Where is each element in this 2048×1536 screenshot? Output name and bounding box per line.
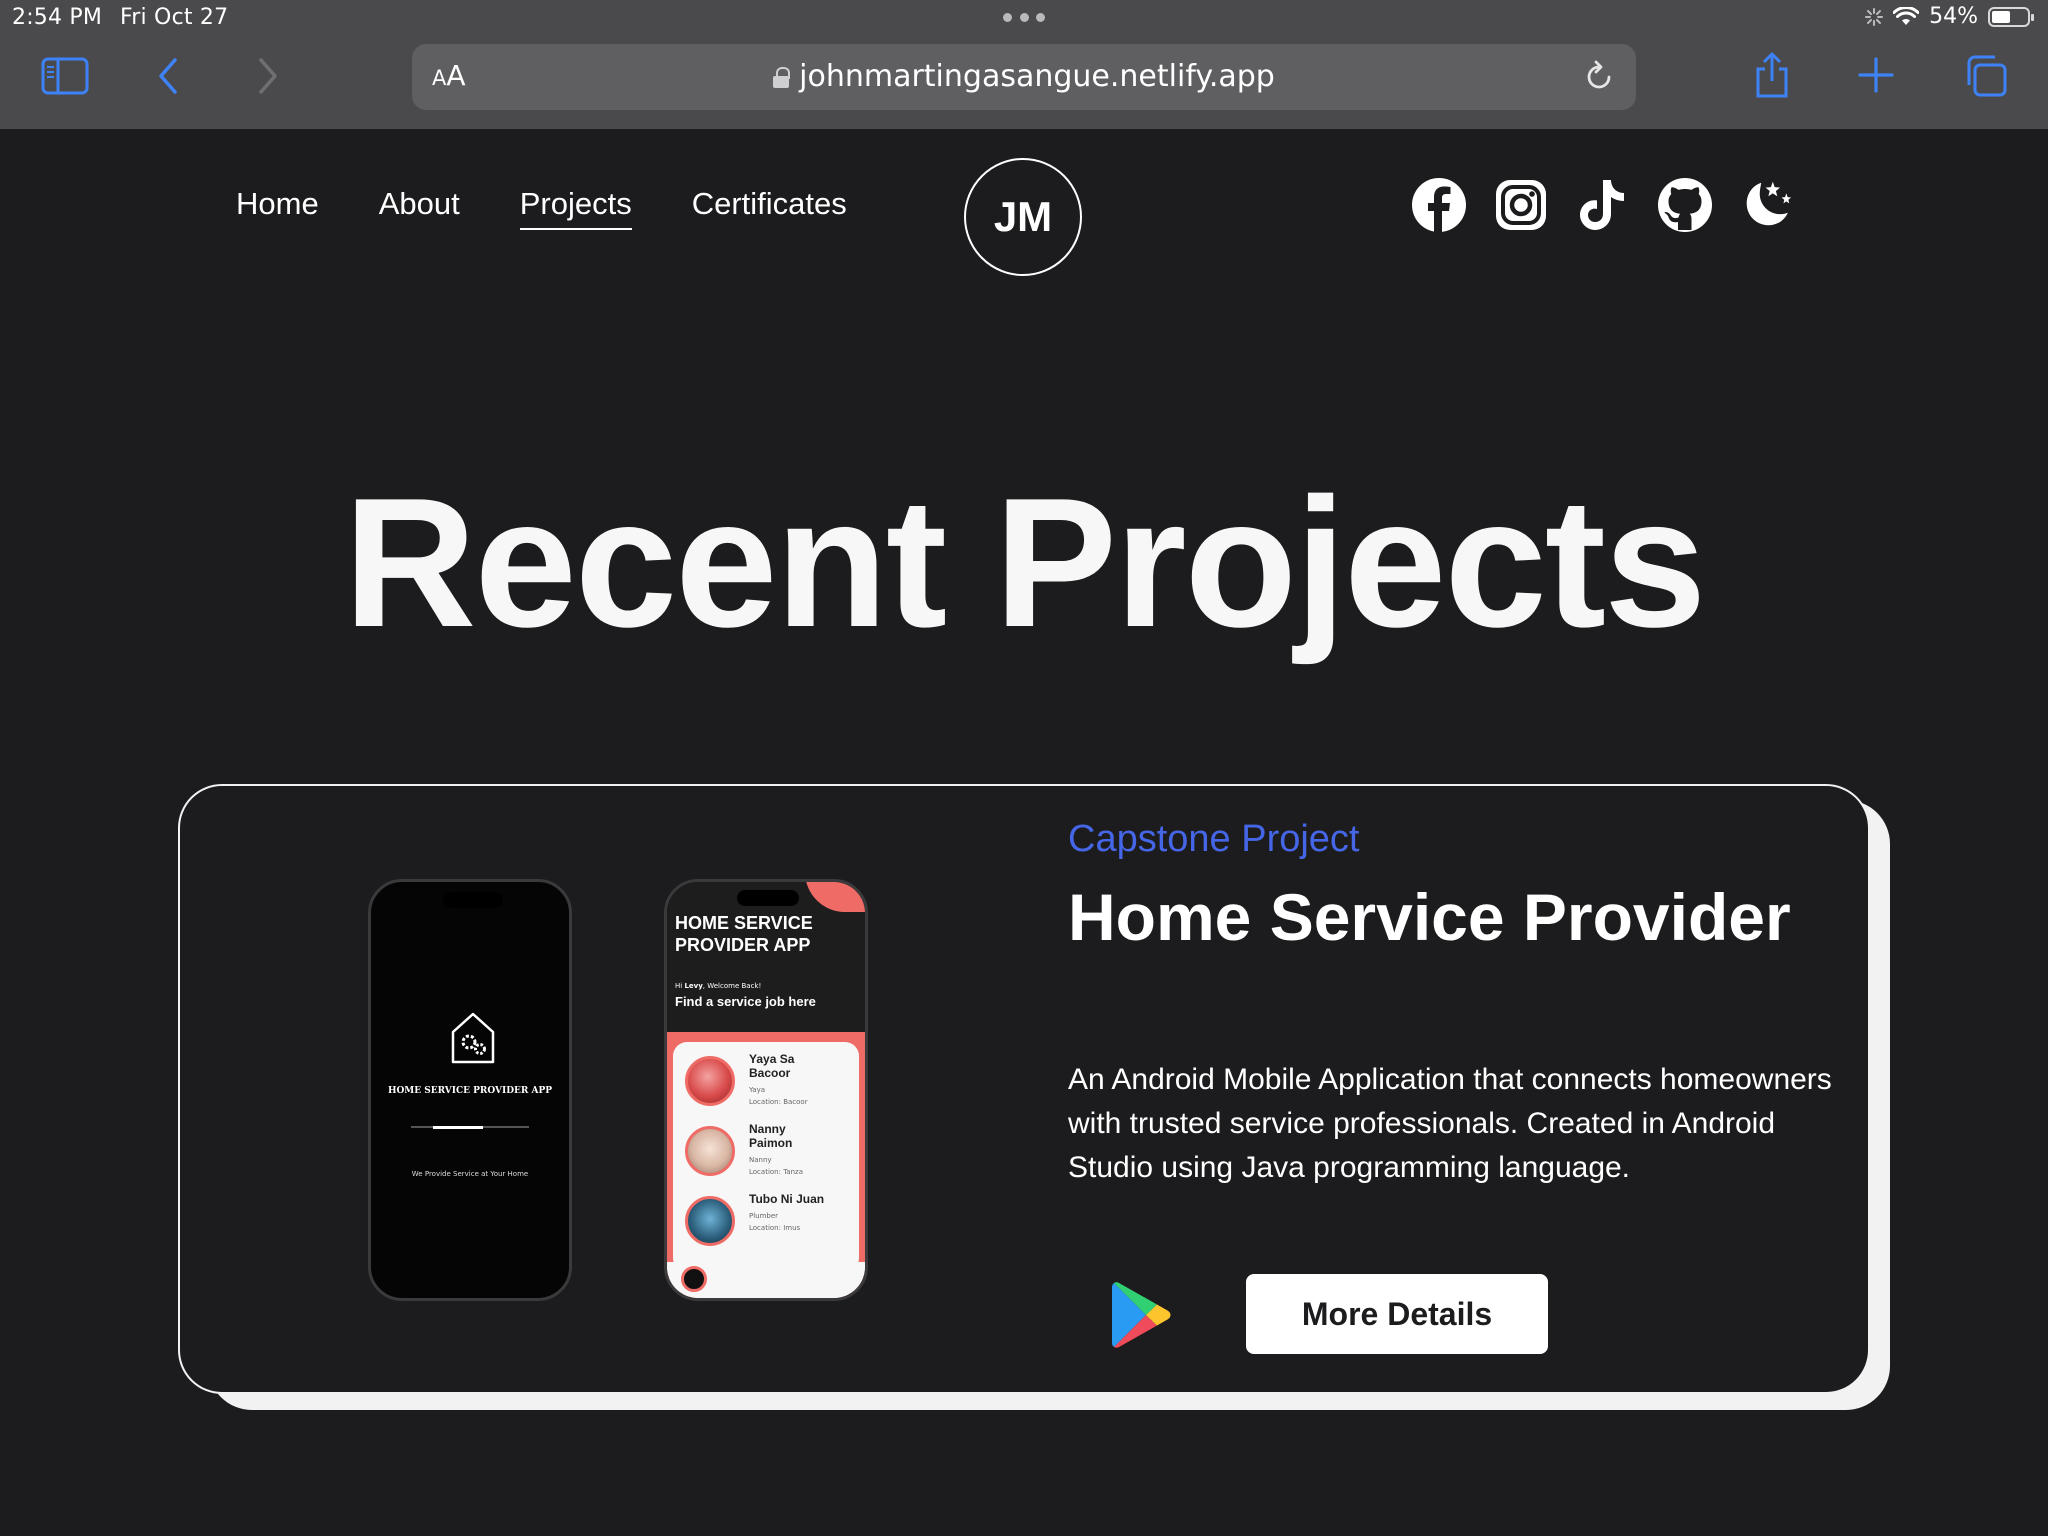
project-card: HOME SERVICE PROVIDER APP We Provide Ser… <box>178 784 1870 1394</box>
home-icon <box>681 1266 707 1292</box>
reload-icon[interactable] <box>1580 58 1618 96</box>
dark-mode-icon[interactable] <box>1738 176 1796 234</box>
nav-certificates-link[interactable]: Certificates <box>692 186 847 230</box>
site-logo[interactable]: JM <box>964 158 1082 276</box>
avatar <box>685 1056 735 1106</box>
phone-mockup-app: HOME SERVICE PROVIDER APP Hi Levy, Welco… <box>664 879 868 1301</box>
project-kicker: Capstone Project <box>1068 818 1360 860</box>
battery-percent: 54% <box>1929 4 1978 29</box>
browser-toolbar: AA johnmartingasangue.netlify.app <box>0 36 2048 129</box>
nav-about-link[interactable]: About <box>379 186 460 230</box>
page-title: Recent Projects <box>343 459 1707 665</box>
status-clock: 2:54 PM Fri Oct 27 <box>12 5 228 30</box>
avatar <box>685 1126 735 1176</box>
sidebar-icon[interactable] <box>40 56 90 96</box>
nav-home-link[interactable]: Home <box>236 186 319 230</box>
new-tab-icon[interactable] <box>1856 54 1896 96</box>
status-bar: 2:54 PM Fri Oct 27 54% <box>0 0 2048 36</box>
phone-mockup-splash: HOME SERVICE PROVIDER APP We Provide Ser… <box>368 879 572 1301</box>
wifi-icon <box>1893 6 1920 25</box>
list-item: Yaya Sa Bacoor Yaya Location: Bacoor <box>681 1052 851 1118</box>
facebook-icon[interactable] <box>1410 176 1468 234</box>
list-item: Tubo Ni Juan Plumber Location: Imus <box>681 1192 851 1258</box>
lock-icon <box>773 67 791 88</box>
status-time: 2:54 PM <box>12 5 103 30</box>
project-description: An Android Mobile Application that conne… <box>1068 1063 1832 1184</box>
app-greeting: Hi Levy, Welcome Back! <box>675 982 762 990</box>
multitasking-icon[interactable] <box>1003 13 1045 23</box>
share-icon[interactable] <box>1750 50 1794 100</box>
url-text[interactable]: johnmartingasangue.netlify.app <box>412 59 1636 94</box>
url-value: johnmartingasangue.netlify.app <box>799 59 1275 94</box>
provider-list: Yaya Sa Bacoor Yaya Location: Bacoor Nan… <box>673 1042 859 1272</box>
activity-spinner-icon <box>1865 7 1884 26</box>
avatar <box>685 1196 735 1246</box>
tabs-icon[interactable] <box>1962 54 2008 98</box>
splash-progress <box>411 1125 529 1129</box>
github-icon[interactable] <box>1656 176 1714 234</box>
more-details-button[interactable]: More Details <box>1246 1274 1548 1354</box>
site-nav: Home About Projects Certificates <box>236 186 847 230</box>
instagram-icon[interactable] <box>1492 176 1550 234</box>
social-links <box>1410 176 1796 234</box>
splash-title: HOME SERVICE PROVIDER APP <box>387 1086 553 1096</box>
nav-projects-link[interactable]: Projects <box>519 186 632 230</box>
project-title: Home Service Provider <box>1068 880 1791 954</box>
app-heading: HOME SERVICE PROVIDER APP <box>675 913 813 955</box>
forward-icon[interactable] <box>250 56 286 96</box>
battery-icon <box>1988 6 2034 27</box>
tiktok-icon[interactable] <box>1574 176 1632 234</box>
google-play-icon[interactable] <box>1110 1280 1174 1350</box>
splash-tagline: We Provide Service at Your Home <box>411 1170 529 1178</box>
house-gear-icon <box>451 1012 495 1064</box>
app-bottom-nav <box>667 1262 865 1298</box>
status-date: Fri Oct 27 <box>120 5 229 30</box>
address-bar[interactable]: AA johnmartingasangue.netlify.app <box>412 44 1636 110</box>
back-icon[interactable] <box>150 56 186 96</box>
status-indicators: 54% <box>1865 4 2034 29</box>
list-item: Nanny Paimon Nanny Location: Tanza <box>681 1122 851 1188</box>
app-subheading: Find a service job here <box>675 994 816 1009</box>
